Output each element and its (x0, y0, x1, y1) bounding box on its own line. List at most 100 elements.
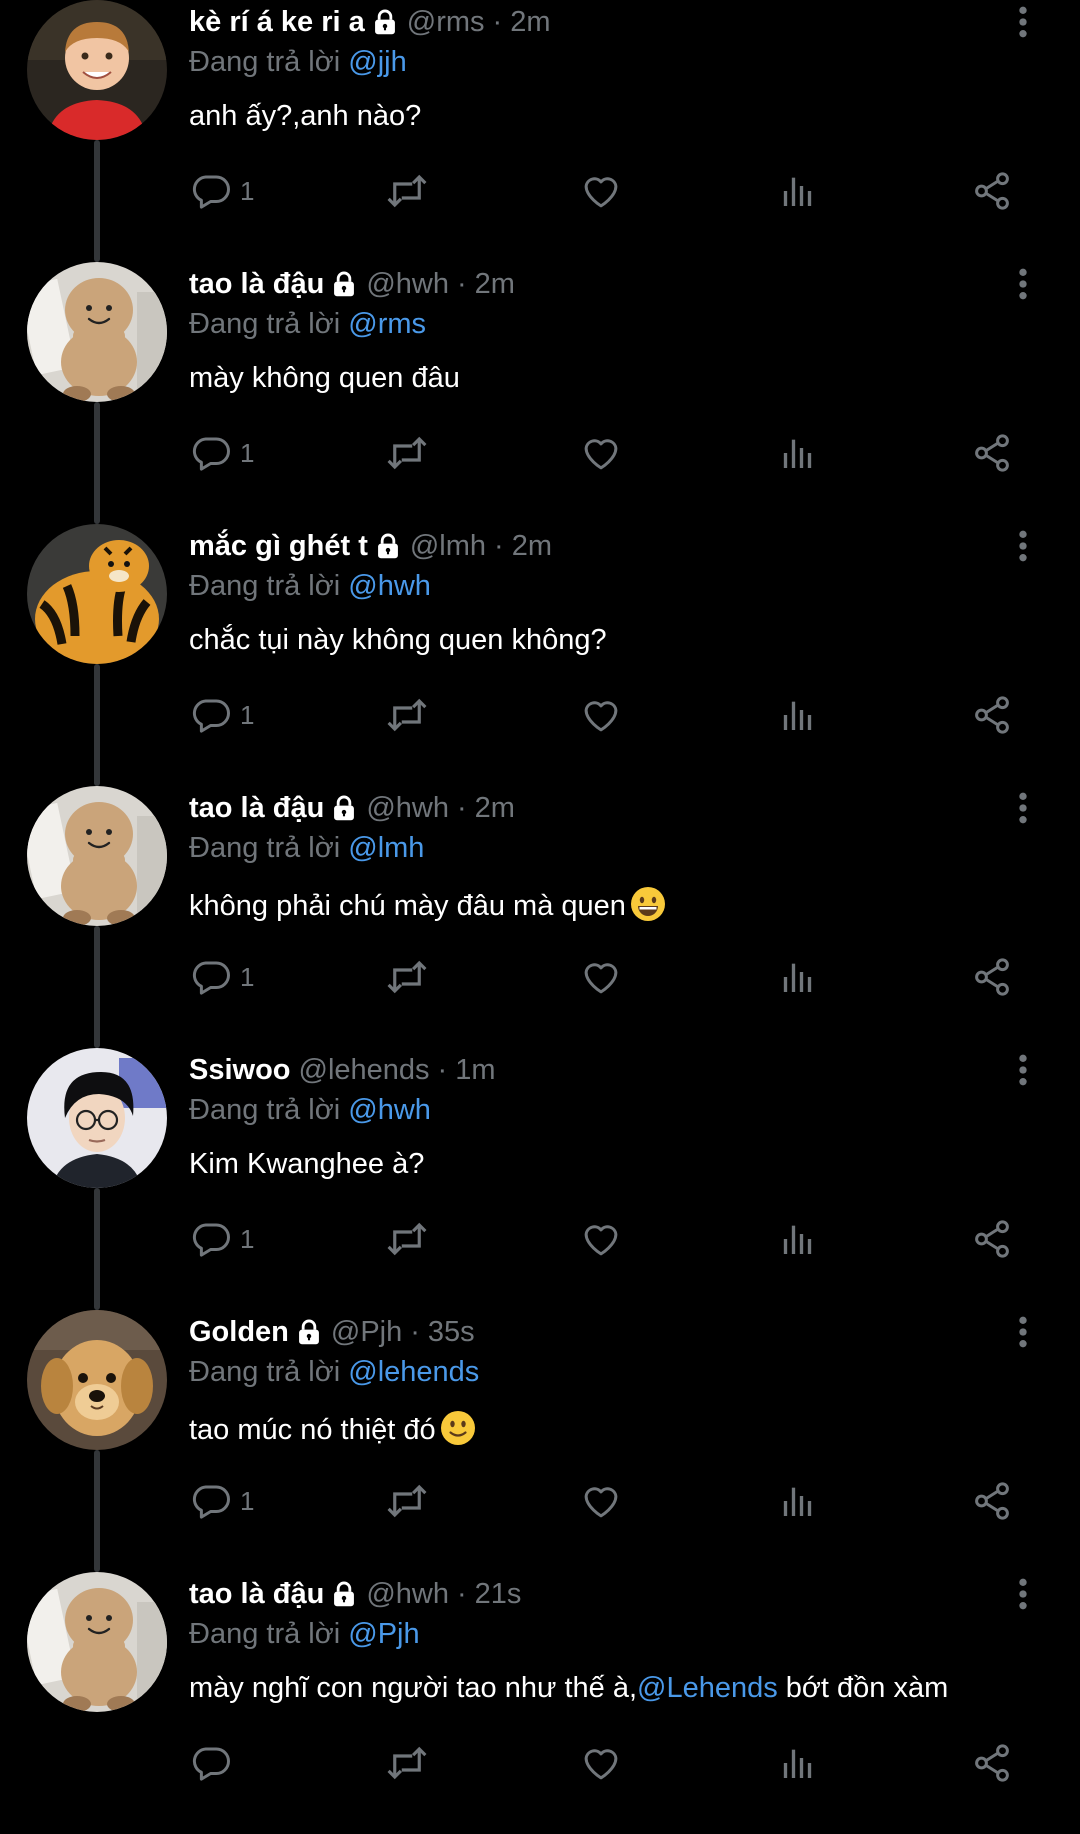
retweet-button[interactable] (384, 952, 430, 1002)
timestamp[interactable]: 2m (475, 268, 515, 301)
avatar[interactable] (27, 262, 167, 402)
share-button[interactable] (971, 1214, 1013, 1264)
retweet-button[interactable] (384, 428, 430, 478)
replying-mention[interactable]: @rms (348, 308, 426, 340)
views-button[interactable] (778, 690, 818, 740)
reply-tweet[interactable]: tao là đậu @hwh · 2m Đang trả lời @rms mày kh… (0, 262, 1080, 524)
heart-icon (580, 694, 622, 736)
timestamp[interactable]: 35s (428, 1316, 475, 1349)
timestamp[interactable]: 1m (455, 1054, 495, 1087)
reply-tweet[interactable]: Ssiwoo @lehends · 1m Đang trả lời @hwh Kim Kw… (0, 1048, 1080, 1310)
user-handle[interactable]: @lehends (299, 1054, 430, 1087)
avatar[interactable] (27, 524, 167, 664)
reply-button[interactable]: 1 (190, 1214, 254, 1264)
display-name[interactable]: mắc gì ghét t (189, 530, 368, 563)
share-button[interactable] (971, 952, 1013, 1002)
views-button[interactable] (778, 1476, 818, 1526)
more-vertical-icon[interactable] (1008, 264, 1038, 304)
replying-mention[interactable]: @lmh (348, 832, 424, 864)
retweet-button[interactable] (384, 1476, 430, 1526)
more-vertical-icon[interactable] (1008, 1574, 1038, 1614)
share-button[interactable] (971, 166, 1013, 216)
more-vertical-icon[interactable] (1008, 1050, 1038, 1090)
retweet-icon (384, 1480, 430, 1522)
replying-mention[interactable]: @Pjh (348, 1618, 419, 1650)
share-button[interactable] (971, 1476, 1013, 1526)
retweet-button[interactable] (384, 1738, 430, 1788)
reply-tweet[interactable]: mắc gì ghét t @lmh · 2m Đang trả lời @hwh chắ… (0, 524, 1080, 786)
inline-mention[interactable]: @Lehends (637, 1672, 778, 1704)
user-handle[interactable]: @hwh (366, 792, 449, 825)
avatar[interactable] (27, 1572, 167, 1712)
share-button[interactable] (971, 690, 1013, 740)
views-button[interactable] (778, 952, 818, 1002)
display-name[interactable]: Golden (189, 1316, 289, 1349)
reply-button[interactable] (190, 1738, 240, 1788)
like-button[interactable] (580, 166, 622, 216)
user-handle[interactable]: @hwh (366, 268, 449, 301)
share-button[interactable] (971, 428, 1013, 478)
reply-tweet[interactable]: tao là đậu @hwh · 2m Đang trả lời @lmh không … (0, 786, 1080, 1048)
more-vertical-icon[interactable] (1008, 788, 1038, 828)
lock-icon (371, 8, 399, 36)
like-button[interactable] (580, 428, 622, 478)
user-handle[interactable]: @hwh (366, 1578, 449, 1611)
like-button[interactable] (580, 952, 622, 1002)
like-button[interactable] (580, 1476, 622, 1526)
display-name[interactable]: tao là đậu (189, 268, 324, 301)
more-vertical-icon[interactable] (1008, 526, 1038, 566)
user-handle[interactable]: @lmh (410, 530, 486, 563)
like-button[interactable] (580, 690, 622, 740)
more-vertical-icon[interactable] (1008, 1312, 1038, 1352)
views-button[interactable] (778, 428, 818, 478)
display-name[interactable]: tao là đậu (189, 792, 324, 825)
views-button[interactable] (778, 166, 818, 216)
replying-label: Đang trả lời (189, 1356, 341, 1388)
like-button[interactable] (580, 1214, 622, 1264)
replying-mention[interactable]: @hwh (348, 1094, 431, 1126)
timestamp[interactable]: 2m (510, 6, 550, 39)
action-bar (0, 1738, 1080, 1788)
action-bar: 1 (0, 1476, 1080, 1526)
share-icon (971, 956, 1013, 998)
reply-tweet[interactable]: Golden @Pjh · 35s Đang trả lời @lehends tao m… (0, 1310, 1080, 1572)
reply-button[interactable]: 1 (190, 166, 254, 216)
retweet-button[interactable] (384, 1214, 430, 1264)
separator-dot: · (437, 1053, 448, 1086)
avatar[interactable] (27, 1310, 167, 1450)
replying-mention[interactable]: @hwh (348, 570, 431, 602)
reply-tweet[interactable]: tao là đậu @hwh · 21s Đang trả lời @Pjh mày n… (0, 1572, 1080, 1834)
reply-button[interactable]: 1 (190, 690, 254, 740)
tweet-header: tao là đậu @hwh · 21s (189, 1574, 521, 1614)
display-name[interactable]: tao là đậu (189, 1578, 324, 1611)
reply-button[interactable]: 1 (190, 428, 254, 478)
avatar[interactable] (27, 0, 167, 140)
reply-count: 1 (240, 699, 255, 730)
like-button[interactable] (580, 1738, 622, 1788)
views-icon (778, 433, 818, 473)
share-button[interactable] (971, 1738, 1013, 1788)
reply-tweet[interactable]: kè rí á ke ri a @rms · 2m Đang trả lời @jjh a… (0, 0, 1080, 262)
views-button[interactable] (778, 1738, 818, 1788)
reply-button[interactable]: 1 (190, 1476, 254, 1526)
avatar[interactable] (27, 786, 167, 926)
heart-icon (580, 170, 622, 212)
retweet-button[interactable] (384, 690, 430, 740)
timestamp[interactable]: 2m (512, 530, 552, 563)
views-button[interactable] (778, 1214, 818, 1264)
display-name[interactable]: kè rí á ke ri a (189, 6, 365, 39)
more-vertical-icon[interactable] (1008, 2, 1038, 42)
timestamp[interactable]: 2m (475, 792, 515, 825)
timestamp[interactable]: 21s (475, 1578, 522, 1611)
tweet-text-content: mày nghĩ con người tao như thế à, (189, 1672, 637, 1704)
reply-button[interactable]: 1 (190, 952, 254, 1002)
tweet-text-content: chắc tụi này không quen không? (189, 624, 607, 656)
user-handle[interactable]: @Pjh (331, 1316, 402, 1349)
replying-mention[interactable]: @jjh (348, 46, 406, 78)
display-name[interactable]: Ssiwoo (189, 1054, 291, 1087)
views-icon (778, 957, 818, 997)
avatar[interactable] (27, 1048, 167, 1188)
retweet-button[interactable] (384, 166, 430, 216)
replying-mention[interactable]: @lehends (348, 1356, 479, 1388)
user-handle[interactable]: @rms (407, 6, 485, 39)
